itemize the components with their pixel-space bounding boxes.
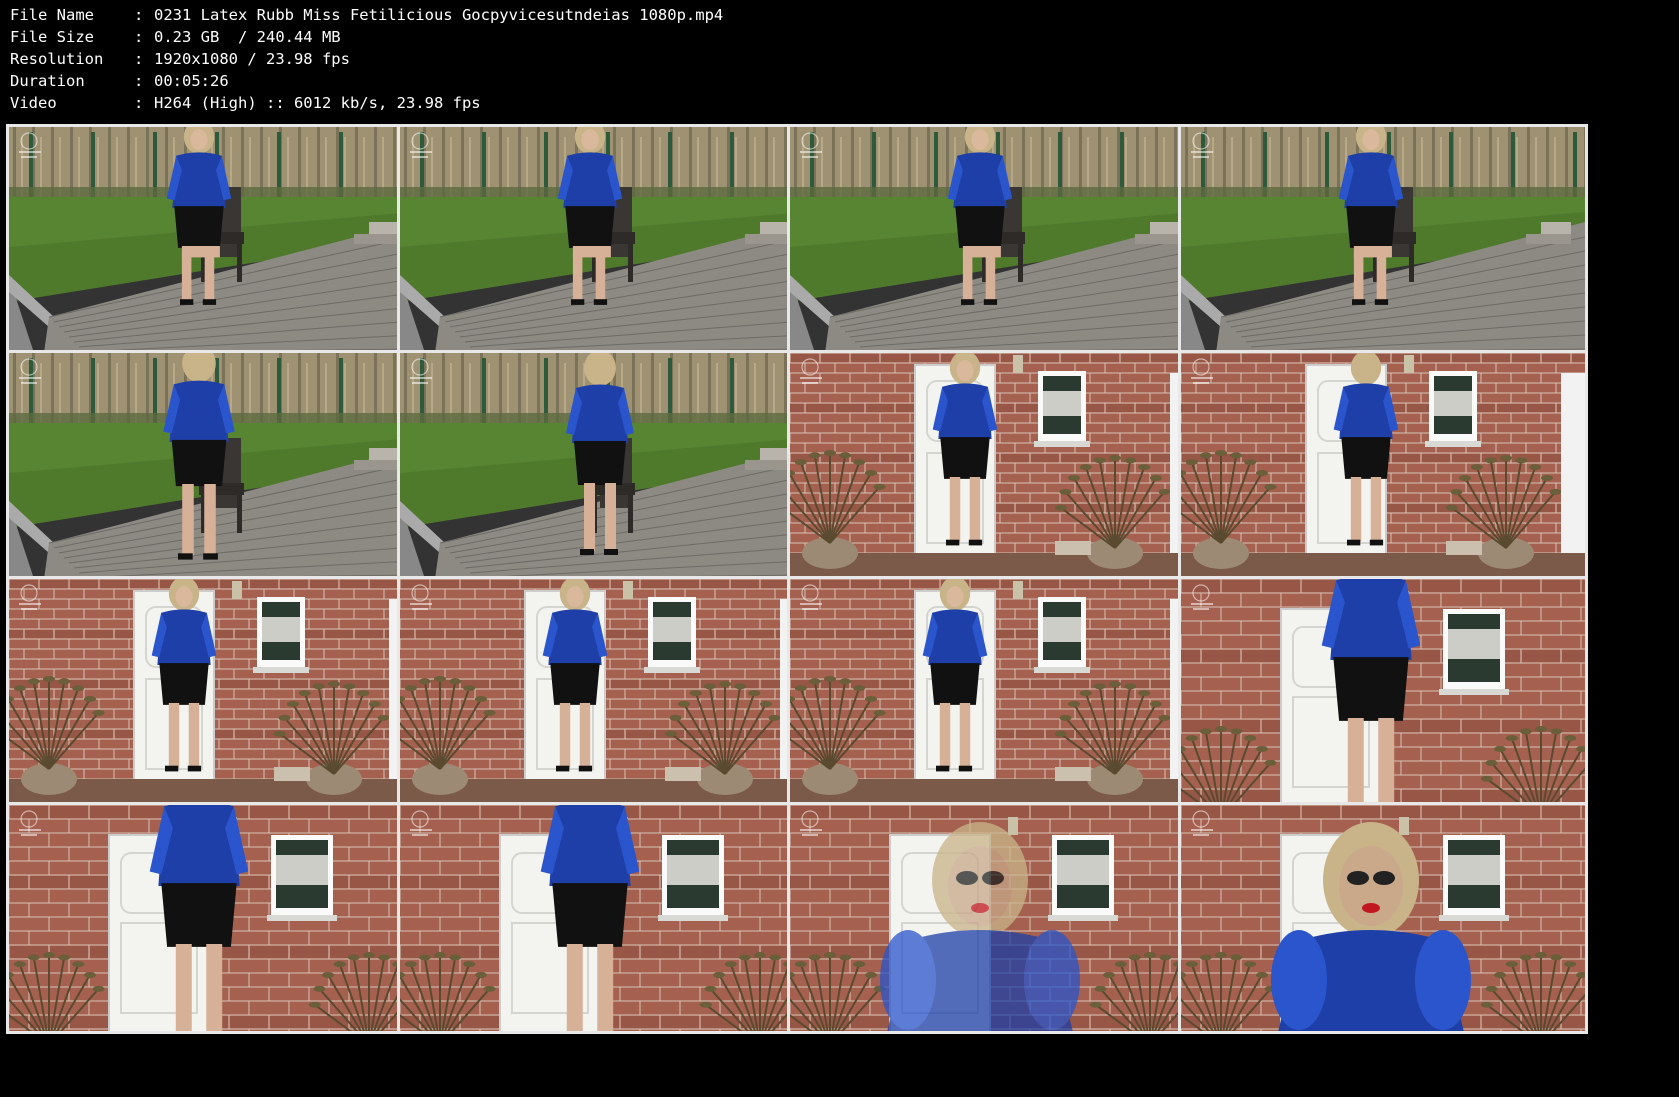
thumbnail xyxy=(787,124,1197,356)
thumbnail xyxy=(6,124,416,356)
info-row-video: Video: H264 (High) :: 6012 kb/s, 23.98 fp… xyxy=(10,92,1670,114)
info-row-resolution: Resolution:1920x1080 / 23.98 fps xyxy=(10,48,1670,70)
info-separator: : xyxy=(134,50,144,68)
info-label: File Size xyxy=(10,28,94,46)
info-value: H264 (High) :: 6012 kb/s, 23.98 fps xyxy=(154,94,481,112)
info-label: Duration xyxy=(10,72,85,90)
info-row-file-size: File Size:0.23 GB / 240.44 MB xyxy=(10,26,1670,48)
thumbnail xyxy=(787,576,1197,808)
info-value: 1920x1080 / 23.98 fps xyxy=(154,50,350,68)
info-row-file-name: File Name:0231 Latex Rubb Miss Fetilicio… xyxy=(10,4,1670,26)
info-value: 0231 Latex Rubb Miss Fetilicious Gocpyvi… xyxy=(154,6,724,24)
thumbnail xyxy=(6,802,416,1034)
thumbnail xyxy=(397,350,807,582)
thumbnail xyxy=(787,350,1197,582)
thumbnail xyxy=(787,802,1197,1034)
file-info-header: File Name:0231 Latex Rubb Miss Fetilicio… xyxy=(10,4,1670,114)
info-separator: : xyxy=(134,6,144,24)
thumbnail xyxy=(397,576,807,808)
info-label: Video xyxy=(10,94,57,112)
info-separator: : xyxy=(134,28,144,46)
thumbnail xyxy=(6,576,416,808)
info-separator: : xyxy=(134,72,144,90)
thumbnail-grid xyxy=(0,124,1679,1093)
thumbnail xyxy=(1178,576,1588,808)
thumbnail xyxy=(1178,802,1588,1034)
info-value: 00:05:26 xyxy=(154,72,229,90)
thumbnail xyxy=(397,802,807,1034)
info-row-duration: Duration:00:05:26 xyxy=(10,70,1670,92)
thumbnail xyxy=(1178,350,1588,582)
info-label: Resolution xyxy=(10,50,104,68)
info-separator: : xyxy=(134,94,144,112)
info-value: 0.23 GB / 240.44 MB xyxy=(154,28,341,46)
thumbnail xyxy=(1178,124,1588,356)
thumbnail xyxy=(397,124,807,356)
thumbnail xyxy=(6,350,416,582)
info-label: File Name xyxy=(10,6,94,24)
